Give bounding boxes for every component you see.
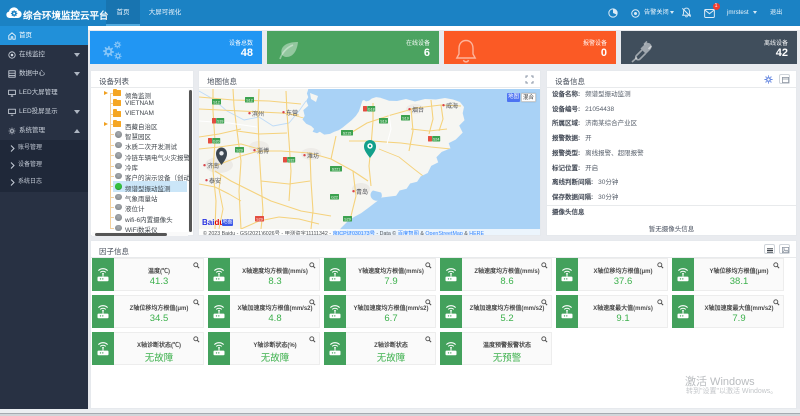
svg-text:威海: 威海 (446, 102, 458, 110)
svg-text:S29: S29 (236, 148, 242, 152)
svg-text:S39: S39 (217, 119, 223, 123)
svg-text:S215: S215 (343, 131, 351, 135)
svg-text:S29: S29 (344, 217, 350, 221)
svg-text:淄博: 淄博 (257, 147, 269, 155)
svg-text:S24: S24 (433, 137, 439, 141)
svg-text:G22: G22 (331, 195, 338, 199)
svg-text:东营: 东营 (286, 109, 298, 117)
svg-text:济南: 济南 (207, 162, 219, 170)
svg-text:S32: S32 (288, 158, 294, 162)
svg-text:G18: G18 (368, 107, 375, 111)
svg-text:S221: S221 (332, 167, 340, 171)
svg-text:S19: S19 (402, 116, 408, 120)
svg-text:S12: S12 (246, 98, 252, 102)
svg-text:潍坊: 潍坊 (307, 152, 319, 160)
svg-text:青岛: 青岛 (356, 188, 368, 196)
svg-text:烟台: 烟台 (412, 106, 424, 114)
svg-text:S29: S29 (256, 217, 262, 221)
svg-text:S19: S19 (380, 119, 386, 123)
svg-text:S12: S12 (213, 100, 219, 104)
svg-text:泰安: 泰安 (209, 177, 221, 185)
svg-text:G20: G20 (213, 139, 220, 143)
svg-text:滨州: 滨州 (252, 110, 264, 118)
